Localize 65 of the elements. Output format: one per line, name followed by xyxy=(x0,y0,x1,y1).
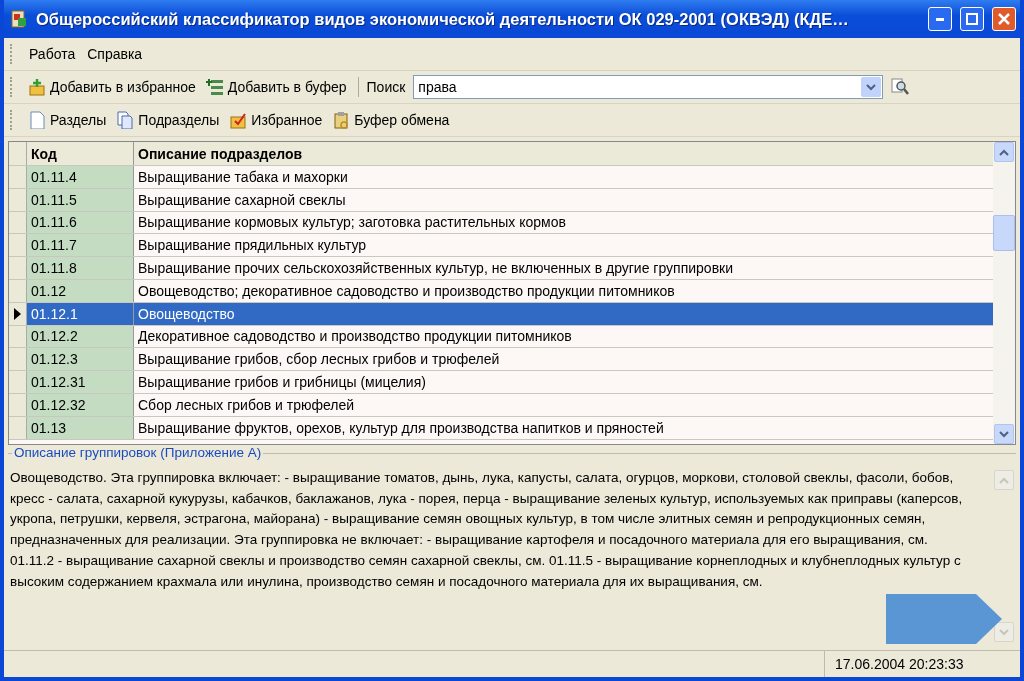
scroll-down-button[interactable] xyxy=(994,424,1014,444)
table-cell[interactable]: Выращивание грибов, сбор лесных грибов и трюфелей xyxy=(134,348,993,371)
table-cell[interactable]: Декоративное садоводство и производство продукции питомников xyxy=(134,325,993,348)
folder-plus-icon xyxy=(28,78,46,96)
menu-item[interactable]: Справка xyxy=(83,44,147,64)
minimize-button[interactable] xyxy=(928,7,952,31)
table-cell[interactable]: Выращивание прядильных культур xyxy=(134,234,993,257)
table-cell[interactable]: Выращивание сахарной свеклы xyxy=(134,188,993,211)
minimize-icon xyxy=(936,17,944,21)
table-cell[interactable]: Выращивание фруктов, орехов, культур для производства напитков и пряностей xyxy=(134,416,993,439)
table-cell[interactable]: Сбор лесных грибов и трюфелей xyxy=(134,393,993,416)
search-icon xyxy=(890,77,911,97)
table-cell[interactable]: Овощеводство; декоративное садоводство и производство продукции питомников xyxy=(134,280,993,302)
table-cell[interactable]: 01.12 xyxy=(27,280,134,302)
table-cell[interactable]: 01.12.1 xyxy=(27,302,134,325)
checked-folder-icon xyxy=(229,111,248,129)
table-cell[interactable]: 01.11.8 xyxy=(27,257,134,279)
menu-item[interactable]: Работа xyxy=(25,44,80,64)
clipboard-icon xyxy=(332,111,351,129)
table-cell[interactable]: Овощеводство xyxy=(134,302,993,325)
toolbar-button[interactable]: Избранное xyxy=(226,109,326,131)
chevron-down-icon xyxy=(866,83,877,91)
row-header[interactable] xyxy=(9,302,27,325)
search-label: Поиск xyxy=(366,79,406,95)
close-button[interactable] xyxy=(992,7,1016,31)
table-cell[interactable]: Выращивание кормовых культур; заготовка растительных кормов xyxy=(134,211,993,234)
scroll-thumb[interactable] xyxy=(993,215,1015,251)
scroll-down-button[interactable] xyxy=(994,622,1014,642)
maximize-icon xyxy=(966,13,978,25)
table-cell[interactable]: 01.12.32 xyxy=(27,393,134,416)
table-cell[interactable]: 01.11.7 xyxy=(27,234,134,257)
search-combobox[interactable]: права xyxy=(413,75,884,99)
dropdown-button[interactable] xyxy=(861,77,882,97)
table-cell[interactable]: 01.12.2 xyxy=(27,325,134,348)
table-cell[interactable]: Выращивание грибов и грибницы (мицелия) xyxy=(134,371,993,393)
document-icon xyxy=(28,111,46,129)
table-cell[interactable]: Выращивание табака и махорки xyxy=(134,166,993,188)
close-icon xyxy=(998,13,1010,25)
documents-icon xyxy=(116,111,135,129)
table-cell[interactable]: 01.13 xyxy=(27,416,134,439)
window-title: Общероссийский классификатор видов экономической деятельности ОК 029-2001 (ОКВЭД) (КДЕ… xyxy=(36,9,850,29)
scroll-up-button[interactable] xyxy=(994,142,1014,162)
maximize-button[interactable] xyxy=(960,7,984,31)
toolbar-button[interactable]: Разделы xyxy=(25,109,110,131)
table-cell[interactable]: 01.11.6 xyxy=(27,211,134,234)
chevron-up-icon xyxy=(999,476,1009,484)
toolbar-button[interactable]: Добавить в буфер xyxy=(202,76,350,98)
chevron-down-icon xyxy=(999,430,1009,438)
search-field[interactable]: права xyxy=(414,79,862,95)
table-cell[interactable]: Выращивание прочих сельскохозяйственных культур, не включенных в другие группировки xyxy=(134,257,993,279)
description-text: Овощеводство. Эта группировка включает: - выращивание томатов, дынь, лука, капусты, салата, огурцов, моркови, столовой свеклы, фасоли, бобов, кресс - салата, сахарной кукурузы, кабачков, баклажанов, лука - порея, перца - выращивание зеленых культур, используемых как приправы (каперсов, укропа, петрушки, кервеля, эстрагона, майорана) - выращивание семян овощных культур, в том числе элитных семян и репродукционных семян, предназначенных для реализации. Эта группировка не включает: - выращивание картофеля и посадочного материала для его выращивания, см. 01.11.2 - выращивание сахарной свеклы и производство семян сахарной свеклы, см. 01.11.5 - выращивание корнеплодных и клубнеплодных культур с высоким содержанием крахмала или инулина, производство семян и посадочного материала для их выращивания, см. xyxy=(9,469,964,591)
toolbar-button[interactable]: Подразделы xyxy=(113,109,223,131)
toolbar-button[interactable]: Буфер обмена xyxy=(329,109,453,131)
table-cell[interactable]: 01.11.4 xyxy=(27,166,134,188)
list-plus-icon xyxy=(205,78,224,96)
scrollbar[interactable] xyxy=(993,142,1015,444)
app-icon xyxy=(10,10,28,28)
chevron-up-icon xyxy=(999,148,1009,156)
table-cell[interactable]: 01.11.5 xyxy=(27,188,134,211)
table-cell[interactable]: 01.12.3 xyxy=(27,348,134,371)
toolbar-button[interactable]: Добавить в избранное xyxy=(25,76,199,98)
group-title: Описание группировок (Приложение А) xyxy=(12,445,264,460)
status-datetime: 17.06.2004 20:23:33 xyxy=(824,651,1020,677)
table-cell[interactable]: 01.12.31 xyxy=(27,371,134,393)
chevron-down-icon xyxy=(999,628,1009,636)
